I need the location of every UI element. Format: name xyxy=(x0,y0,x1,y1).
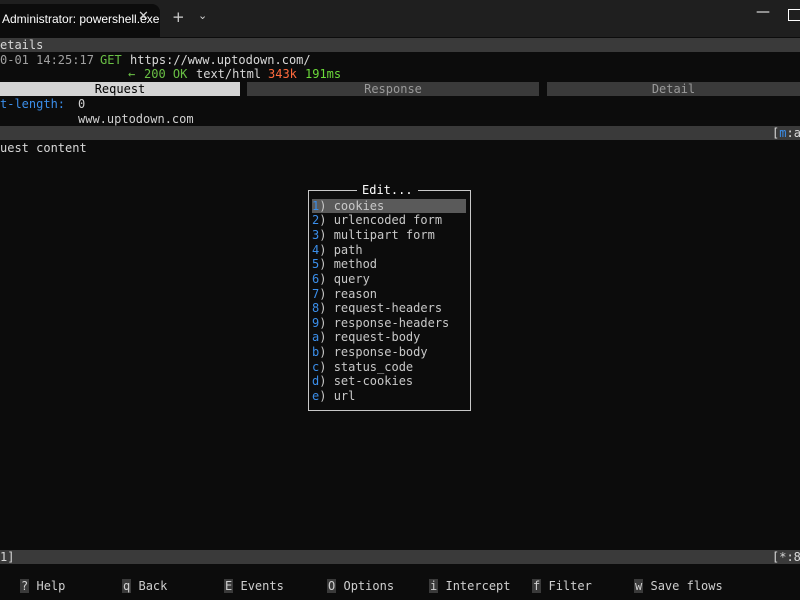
footer-key: E xyxy=(224,579,234,593)
option-label: reason xyxy=(333,287,378,301)
option-label: query xyxy=(333,272,370,286)
response-status: 200 OK xyxy=(144,67,188,81)
tab-request[interactable]: Request xyxy=(0,82,240,96)
option-key: 7 xyxy=(312,287,320,301)
option-key: 2 xyxy=(312,213,320,227)
option-key: e xyxy=(312,389,320,403)
view-mode-indicator[interactable]: [m:a xyxy=(772,126,800,140)
status-bar-left: 1] xyxy=(0,550,15,564)
footer-save-flows[interactable]: w Save flows xyxy=(634,579,723,593)
option-label: cookies xyxy=(333,199,385,213)
footer-events[interactable]: E Events xyxy=(224,579,284,593)
footer-label: Intercept xyxy=(445,579,511,593)
edit-dialog-title: Edit... xyxy=(357,183,418,197)
option-key: d xyxy=(312,374,320,388)
view-mode-tail: :a xyxy=(786,126,800,140)
edit-option-method[interactable]: 5) method xyxy=(312,257,466,271)
footer-key: q xyxy=(122,579,132,593)
response-arrow-icon: ← xyxy=(128,67,136,81)
content-divider-bar: [m:a xyxy=(0,126,800,140)
request-content-label: uest content xyxy=(0,141,87,155)
option-label: request-headers xyxy=(333,301,443,315)
option-key: 1 xyxy=(312,199,320,213)
option-key: 8 xyxy=(312,301,320,315)
response-content-type: text/html xyxy=(196,67,262,81)
minimize-icon[interactable]: — xyxy=(756,4,770,20)
tab-request-label: Request xyxy=(94,82,146,96)
tab-response[interactable]: Response xyxy=(247,82,539,96)
edit-option-set-cookies[interactable]: d) set-cookies xyxy=(312,374,466,388)
footer-key: f xyxy=(532,579,542,593)
header-value-content-length: 0 xyxy=(78,97,86,111)
footer-label: Events xyxy=(240,579,284,593)
flow-method: GET xyxy=(100,53,122,67)
option-key: 4 xyxy=(312,243,320,257)
edit-option-query[interactable]: 6) query xyxy=(312,272,466,286)
option-label: set-cookies xyxy=(333,374,414,388)
footer-options[interactable]: O Options xyxy=(327,579,394,593)
option-key: a xyxy=(312,330,320,344)
close-icon[interactable]: ✕ xyxy=(138,9,149,24)
footer-filter[interactable]: f Filter xyxy=(532,579,592,593)
edit-option-reason[interactable]: 7) reason xyxy=(312,287,466,301)
header-name-content-length: t-length: xyxy=(0,97,66,111)
footer-key: w xyxy=(634,579,644,593)
option-label: multipart form xyxy=(333,228,435,242)
option-label: request-body xyxy=(333,330,421,344)
tab-response-label: Response xyxy=(364,82,422,96)
footer-label: Save flows xyxy=(650,579,723,593)
flow-datetime: 0-01 14:25:17 xyxy=(0,53,94,67)
option-key: 3 xyxy=(312,228,320,242)
option-key: b xyxy=(312,345,320,359)
option-label: method xyxy=(333,257,378,271)
footer-label: Back xyxy=(138,579,168,593)
edit-option-response-headers[interactable]: 9) response-headers xyxy=(312,316,466,330)
option-key: 5 xyxy=(312,257,320,271)
edit-option-urlencoded-form[interactable]: 2) urlencoded form xyxy=(312,213,466,227)
edit-option-response-body[interactable]: b) response-body xyxy=(312,345,466,359)
edit-option-multipart-form[interactable]: 3) multipart form xyxy=(312,228,466,242)
footer-label: Filter xyxy=(548,579,592,593)
option-label: response-body xyxy=(333,345,428,359)
edit-option-cookies[interactable]: 1) cookies xyxy=(312,199,466,213)
header-value-host: www.uptodown.com xyxy=(78,112,194,126)
footer-back[interactable]: q Back xyxy=(122,579,167,593)
option-label: url xyxy=(333,389,356,403)
footer-key: O xyxy=(327,579,337,593)
footer-label: Options xyxy=(343,579,395,593)
option-label: path xyxy=(333,243,363,257)
footer-label: Help xyxy=(36,579,66,593)
status-bar-right: [*:8 xyxy=(772,550,800,564)
option-key: 6 xyxy=(312,272,320,286)
tab-title: Administrator: powershell.exe xyxy=(2,12,160,26)
footer-key: ? xyxy=(20,579,30,593)
edit-option-url[interactable]: e) url xyxy=(312,389,466,403)
edit-option-path[interactable]: 4) path xyxy=(312,243,466,257)
tab-detail[interactable]: Detail xyxy=(547,82,800,96)
response-size: 343k xyxy=(268,67,297,81)
footer-intercept[interactable]: i Intercept xyxy=(429,579,511,593)
option-label: status_code xyxy=(333,360,414,374)
flow-details-bar: etails xyxy=(0,38,800,52)
maximize-icon[interactable] xyxy=(788,9,800,21)
edit-option-request-body[interactable]: a) request-body xyxy=(312,330,466,344)
tab-detail-label: Detail xyxy=(651,82,696,96)
terminal-tab[interactable]: Administrator: powershell.exe ✕ xyxy=(0,4,160,37)
option-label: response-headers xyxy=(333,316,450,330)
footer-help[interactable]: ? Help xyxy=(20,579,65,593)
new-tab-icon[interactable]: + xyxy=(172,8,185,26)
option-key: 9 xyxy=(312,316,320,330)
edit-option-status-code[interactable]: c) status_code xyxy=(312,360,466,374)
option-label: urlencoded form xyxy=(333,213,443,227)
flow-url[interactable]: https://www.uptodown.com/ xyxy=(130,53,311,67)
edit-option-request-headers[interactable]: 8) request-headers xyxy=(312,301,466,315)
status-bar: 1] [*:8 xyxy=(0,550,800,564)
response-duration: 191ms xyxy=(305,67,342,81)
footer-key: i xyxy=(429,579,439,593)
chevron-down-icon[interactable]: ⌄ xyxy=(198,9,207,22)
option-key: c xyxy=(312,360,320,374)
flow-details-header: etails xyxy=(0,38,44,52)
